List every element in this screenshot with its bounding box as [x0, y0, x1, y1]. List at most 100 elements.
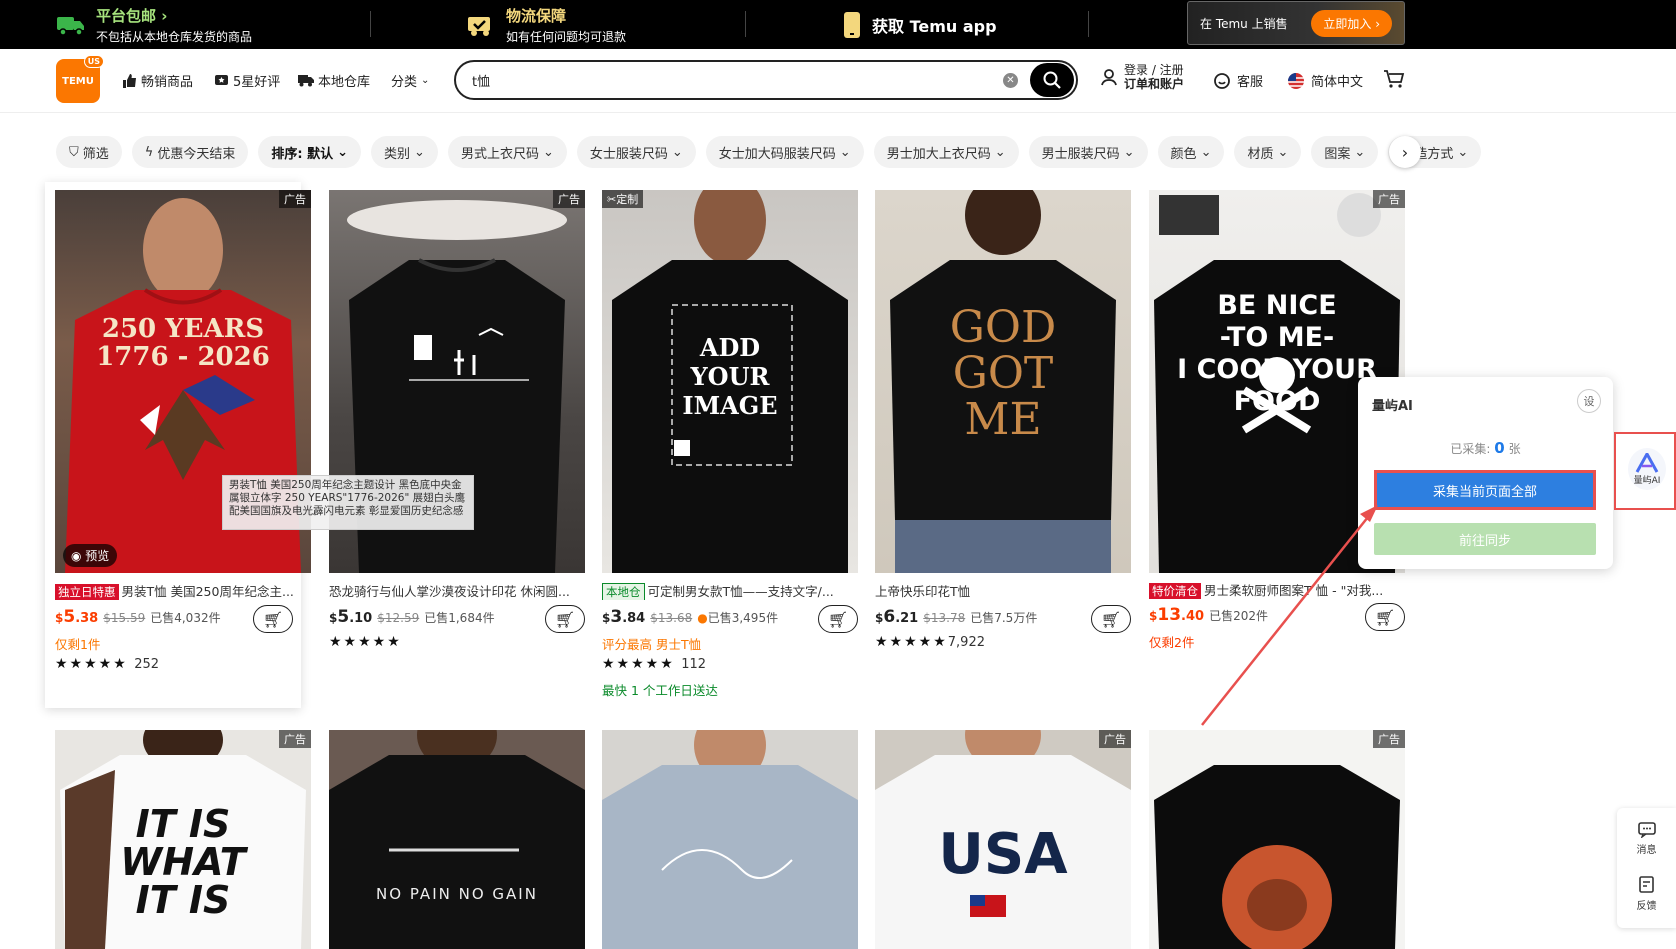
- go-sync-button[interactable]: 前往同步: [1374, 523, 1596, 555]
- filter-chip-sort[interactable]: 排序: 默认 ⌄: [258, 136, 362, 168]
- nav-label: 本地仓库: [318, 75, 371, 90]
- product-title[interactable]: 恐龙骑行与仙人掌沙漠夜设计印花 休闲圆...: [329, 581, 585, 600]
- chip-label: 颜色: [1170, 146, 1197, 162]
- product-image[interactable]: ADD YOUR IMAGE ✂定制: [602, 190, 858, 573]
- nav-bestsellers[interactable]: 畅销商品: [122, 71, 193, 90]
- filter-chip-mens-top-size[interactable]: 男式上衣尺码 ⌄: [447, 136, 567, 168]
- clearance-badge: 特价清仓: [1149, 583, 1201, 599]
- plugin-logo-label: 量屿AI: [1633, 475, 1661, 486]
- price: $5.10: [329, 607, 373, 627]
- product-card[interactable]: IT IS WHAT IT IS 广告: [55, 730, 311, 949]
- product-title[interactable]: 本地仓 可定制男女款T恤——支持文字/...: [602, 581, 858, 600]
- product-image[interactable]: 广告: [1149, 730, 1405, 949]
- free-shipping-promo[interactable]: 平台包邮 › 不包括从本地仓库发货的商品: [56, 0, 252, 49]
- filter-chip-womens-plus-size[interactable]: 女士加大码服装尺码 ⌄: [705, 136, 864, 168]
- filter-chip-mens-size[interactable]: 男士服装尺码 ⌄: [1028, 136, 1148, 168]
- nav-categories[interactable]: 分类 ⌄: [391, 71, 429, 90]
- logistics-promo[interactable]: 物流保障 如有任何问题均可退款: [466, 0, 626, 49]
- add-to-cart-button[interactable]: 🛒︎: [253, 605, 293, 633]
- product-image[interactable]: USA 广告: [875, 730, 1131, 949]
- preview-button[interactable]: ◉ 预览: [63, 544, 118, 567]
- divider: [1088, 11, 1089, 37]
- filter-chip-filter[interactable]: ⛉ 筛选: [56, 136, 122, 168]
- plugin-launcher[interactable]: 量屿AI: [1614, 432, 1676, 510]
- product-image[interactable]: [602, 730, 858, 949]
- divider: [370, 11, 371, 37]
- add-to-cart-button[interactable]: 🛒︎: [818, 605, 858, 633]
- chevron-down-icon: ⌄: [414, 144, 425, 160]
- star-chat-icon: [215, 74, 228, 85]
- language-selector[interactable]: 简体中文: [1287, 71, 1363, 90]
- get-app-label: 获取 Temu app: [872, 16, 997, 36]
- nav-five-star[interactable]: 5星好评: [214, 71, 280, 90]
- ad-tag: 广告: [1099, 730, 1131, 748]
- add-to-cart-button[interactable]: 🛒︎: [1365, 603, 1405, 631]
- top-rated-note: 评分最高 男士T恤: [602, 637, 702, 652]
- temu-logo[interactable]: TEMU US: [56, 55, 104, 103]
- product-card[interactable]: ADD YOUR IMAGE ✂定制 本地仓 可定制男女款T恤——支持文字/...…: [602, 190, 858, 700]
- join-now-button[interactable]: 立即加入 ›: [1311, 9, 1392, 37]
- messages-button[interactable]: 消息: [1617, 822, 1676, 856]
- filter-chip-mens-plus-size[interactable]: 男士加大上衣尺码 ⌄: [873, 136, 1019, 168]
- account-menu[interactable]: 登录 / 注册 订单和账户: [1100, 63, 1184, 91]
- settings-button[interactable]: 设: [1577, 389, 1601, 413]
- product-card[interactable]: 广告 恐龙骑行与仙人掌沙漠夜设计印花 休闲圆... $5.10 $12.59 已…: [329, 190, 585, 660]
- ad-tag: 广告: [279, 190, 311, 208]
- fire-icon: ●: [697, 611, 708, 625]
- product-card[interactable]: USA 广告: [875, 730, 1131, 949]
- product-card[interactable]: [602, 730, 858, 949]
- customer-service[interactable]: 客服: [1213, 71, 1263, 90]
- product-image[interactable]: GOD GOT ME: [875, 190, 1131, 573]
- nav-label: 5星好评: [233, 75, 281, 90]
- product-card[interactable]: 广告: [1149, 730, 1405, 949]
- product-image[interactable]: NO PAIN NO GAIN: [329, 730, 585, 949]
- filter-chip-category[interactable]: 类别 ⌄: [371, 136, 438, 168]
- filter-chip-pattern[interactable]: 图案 ⌄: [1311, 136, 1379, 168]
- site-header: TEMU US 畅销商品 5星好评 本地仓库 分类 ⌄ ✕ 登录 / 注册 订单…: [0, 49, 1676, 113]
- product-title[interactable]: 独立日特惠 男装T恤 美国250周年纪念主...: [55, 581, 311, 600]
- add-to-cart-button[interactable]: 🛒︎: [1091, 605, 1131, 633]
- filter-chip-womens-size[interactable]: 女士服装尺码 ⌄: [576, 136, 696, 168]
- chip-label: 女士服装尺码: [589, 146, 668, 162]
- search-button[interactable]: [1030, 63, 1074, 97]
- product-card[interactable]: 250 YEARS 1776 - 2026 广告 ◉ 预览 独立日特惠 男装T恤 …: [45, 182, 311, 708]
- collect-all-button[interactable]: 采集当前页面全部: [1374, 470, 1596, 510]
- delivery-note: 最快 1 个工作日送达: [602, 683, 718, 698]
- product-card[interactable]: GOD GOT ME 上帝快乐印花T恤 $6.21 $13.78 已售7.5万件…: [875, 190, 1131, 660]
- product-image[interactable]: IT IS WHAT IT IS 广告: [55, 730, 311, 949]
- tshirt-image: [329, 730, 585, 949]
- sell-on-temu-banner[interactable]: 在 Temu 上销售 立即加入 ›: [1187, 1, 1405, 45]
- filter-bar: ⛉ 筛选 ϟ 优惠今天结束 排序: 默认 ⌄ 类别 ⌄ 男式上衣尺码 ⌄ 女士服装尺码 ⌄ …: [56, 136, 1482, 168]
- nav-local-warehouse[interactable]: 本地仓库: [298, 71, 370, 90]
- language-label: 简体中文: [1311, 75, 1364, 90]
- price-row: $5.38 $15.59 已售4,032件: [55, 607, 221, 627]
- tshirt-image: [1154, 765, 1400, 949]
- feedback-button[interactable]: 反馈: [1617, 876, 1676, 912]
- region-badge: US: [83, 55, 104, 68]
- original-price: $12.59: [377, 611, 420, 625]
- chevron-right-icon[interactable]: ›: [1389, 136, 1421, 168]
- divider: [745, 11, 746, 37]
- sold-count: 已售1,684件: [424, 611, 495, 625]
- chip-label: 类别: [384, 146, 411, 162]
- truck-icon: [298, 75, 314, 87]
- chevron-down-icon: ⌄: [671, 144, 683, 160]
- get-app-promo[interactable]: 获取 Temu app: [842, 0, 997, 49]
- clear-icon[interactable]: ✕: [1003, 72, 1018, 88]
- search-input[interactable]: [472, 72, 1003, 88]
- chevron-down-icon: ⌄: [337, 144, 349, 160]
- product-card[interactable]: NO PAIN NO GAIN: [329, 730, 585, 949]
- add-to-cart-button[interactable]: 🛒︎: [545, 605, 585, 633]
- title-text: 男士柔软厨师图案T 恤 - "对我...: [1204, 583, 1384, 598]
- plugin-logo: 量屿AI: [1628, 448, 1666, 490]
- product-title[interactable]: 上帝快乐印花T恤: [875, 581, 1131, 600]
- ad-tag: 广告: [1373, 730, 1405, 748]
- cart-icon[interactable]: [1383, 69, 1405, 89]
- truck-icon: [57, 16, 84, 36]
- original-price: $13.68: [650, 611, 693, 625]
- filter-chip-deals[interactable]: ϟ 优惠今天结束: [131, 136, 249, 168]
- chip-label: 图案: [1324, 146, 1351, 162]
- product-title[interactable]: 特价清仓 男士柔软厨师图案T 恤 - "对我...: [1149, 580, 1405, 599]
- filter-chip-material[interactable]: 材质 ⌄: [1234, 136, 1302, 168]
- filter-chip-color[interactable]: 颜色 ⌄: [1157, 136, 1225, 168]
